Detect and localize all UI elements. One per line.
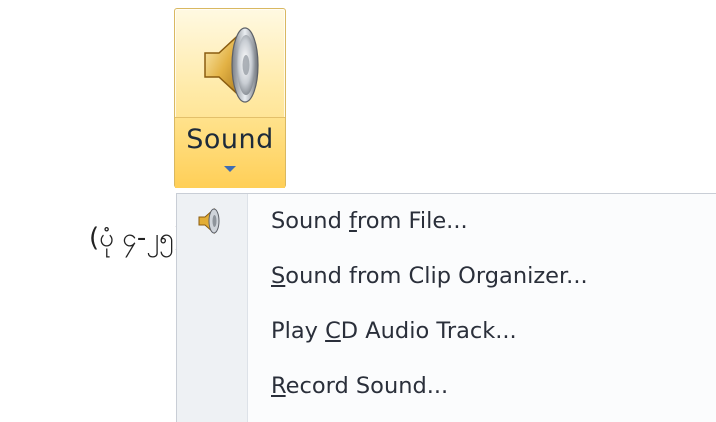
menu-item-record-sound[interactable]: Record Sound... (177, 364, 716, 414)
menu-item-label: Sound from Clip Organizer... (271, 263, 588, 289)
menu-item-sound-from-file[interactable]: Sound from File... (177, 199, 716, 249)
figure-caption: (ပုံ ၄-၂၅) (89, 223, 184, 253)
menu-item-play-cd-audio-track[interactable]: Play CD Audio Track... (177, 309, 716, 359)
speaker-icon (204, 27, 259, 103)
menu-item-label: Record Sound... (271, 373, 449, 399)
menu-item-label: Play CD Audio Track... (271, 318, 517, 344)
sound-button-label: Sound (186, 124, 274, 155)
speaker-icon (198, 207, 220, 235)
sound-button[interactable]: Sound (174, 8, 286, 188)
menu-item-label: Sound from File... (271, 208, 468, 234)
chevron-down-icon (224, 166, 236, 172)
menu-item-sound-from-clip-organizer[interactable]: Sound from Clip Organizer... (177, 254, 716, 304)
sound-button-dropdown[interactable]: Sound (175, 117, 285, 188)
sound-button-main[interactable] (175, 9, 285, 117)
sound-dropdown-menu: Sound from File... Sound from Clip Organ… (176, 193, 716, 422)
stage: Sound (ပုံ ၄-၂၅) Sound from File... Soun… (0, 0, 716, 422)
